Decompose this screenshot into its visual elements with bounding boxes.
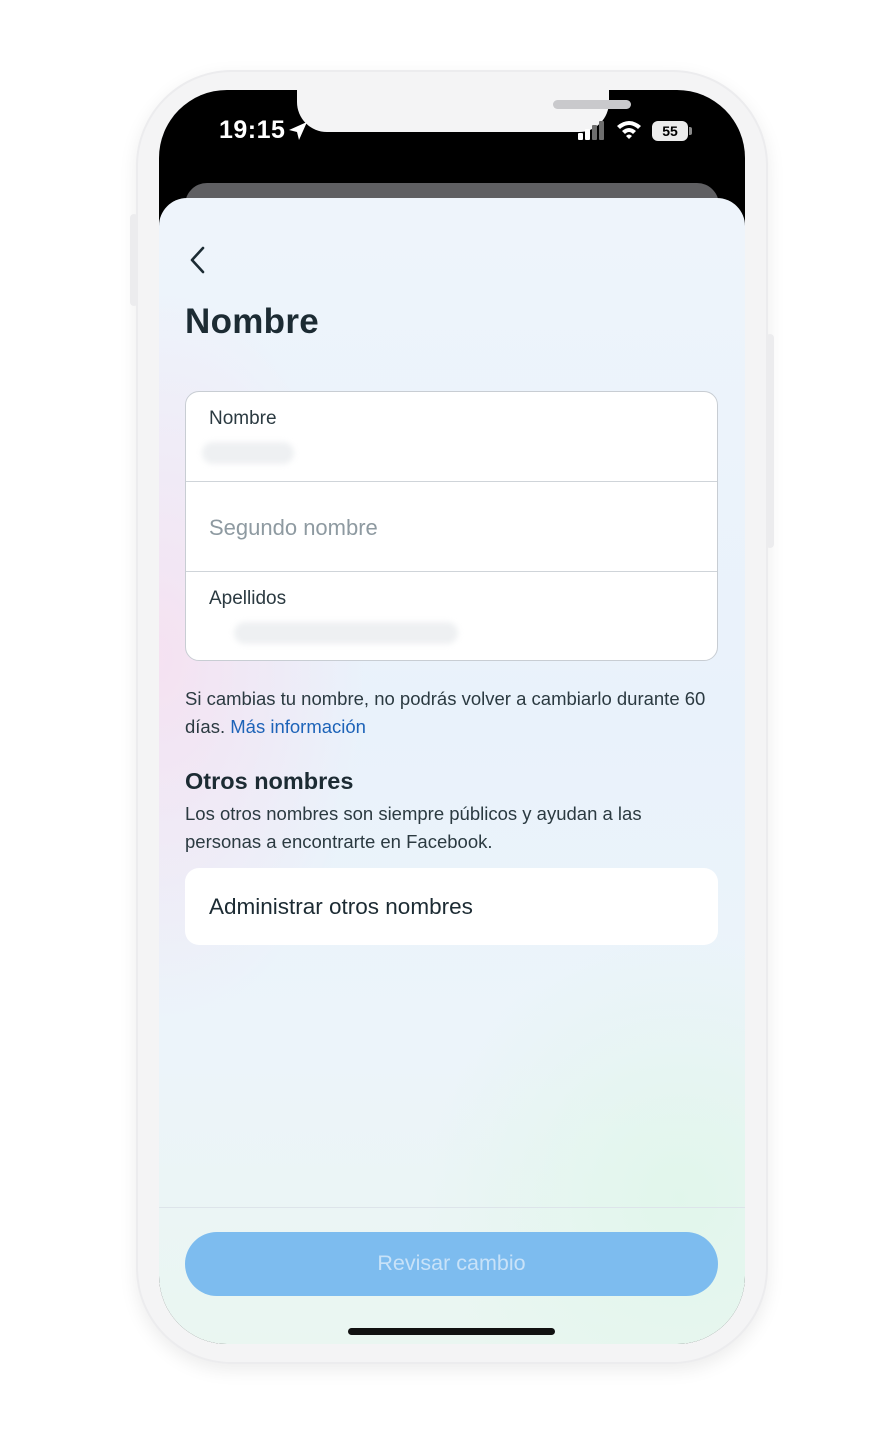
wifi-icon bbox=[617, 121, 641, 139]
last-name-value-redacted bbox=[234, 622, 458, 644]
location-arrow-icon bbox=[289, 122, 307, 140]
middle-name-placeholder: Segundo nombre bbox=[209, 515, 378, 540]
last-name-field[interactable]: Apellidos bbox=[186, 571, 717, 660]
page-title: Nombre bbox=[185, 302, 320, 341]
first-name-value-redacted bbox=[202, 442, 294, 464]
name-change-notice: Si cambias tu nombre, no podrás volver a… bbox=[185, 685, 715, 741]
home-indicator bbox=[348, 1328, 555, 1335]
phone-screen: 19:15 55 Nombre Nombre Segundo nombre Ap… bbox=[159, 90, 745, 1344]
phone-side-button-left bbox=[130, 214, 138, 306]
review-change-label: Revisar cambio bbox=[377, 1251, 526, 1275]
more-info-link[interactable]: Más información bbox=[230, 716, 366, 737]
first-name-label: Nombre bbox=[209, 408, 277, 429]
first-name-field[interactable]: Nombre bbox=[186, 392, 717, 481]
review-change-button[interactable]: Revisar cambio bbox=[185, 1232, 718, 1296]
other-names-title: Otros nombres bbox=[185, 768, 354, 794]
phone-side-button-right bbox=[766, 334, 774, 548]
footer-divider bbox=[159, 1207, 745, 1208]
notch bbox=[297, 90, 631, 132]
back-button[interactable] bbox=[181, 242, 215, 278]
middle-name-field[interactable]: Segundo nombre bbox=[186, 481, 717, 570]
battery-level: 55 bbox=[652, 121, 688, 141]
manage-other-names-label: Administrar otros nombres bbox=[209, 894, 473, 919]
other-names-description: Los otros nombres son siempre públicos y… bbox=[185, 803, 642, 852]
name-settings-sheet: Nombre Nombre Segundo nombre Apellidos S… bbox=[159, 198, 745, 1344]
last-name-label: Apellidos bbox=[209, 588, 287, 609]
manage-other-names-button[interactable]: Administrar otros nombres bbox=[185, 868, 718, 945]
name-fields-card: Nombre Segundo nombre Apellidos bbox=[185, 391, 718, 661]
status-time: 19:15 bbox=[219, 116, 286, 144]
speaker-grille bbox=[553, 100, 631, 109]
chevron-left-icon bbox=[190, 246, 205, 274]
battery-icon: 55 bbox=[652, 121, 694, 141]
cellular-signal-icon bbox=[578, 121, 604, 140]
